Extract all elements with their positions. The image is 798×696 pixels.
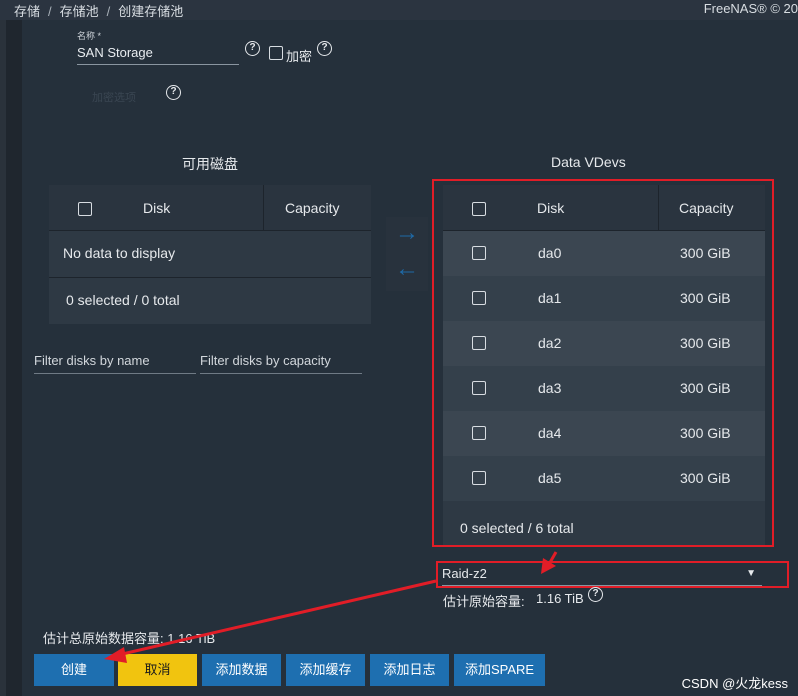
- annotation-arrowhead: [541, 558, 556, 574]
- watermark: CSDN @火龙kess: [681, 676, 788, 691]
- annotation-arrows: [104, 551, 558, 663]
- annotation-arrowhead: [104, 647, 127, 663]
- annotation-arrow-to-create: [117, 579, 437, 657]
